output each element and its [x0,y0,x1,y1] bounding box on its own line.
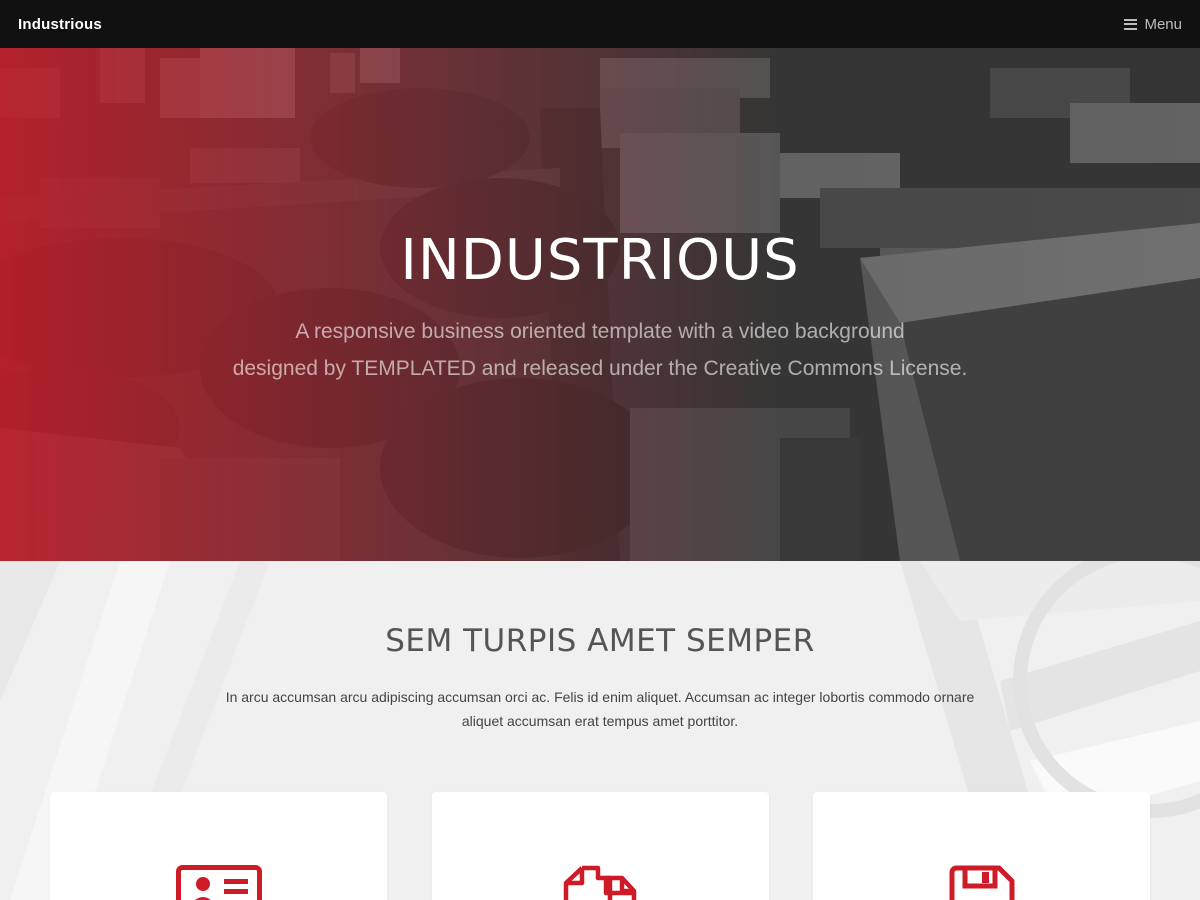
hero-description-line-1: A responsive business oriented template … [295,320,905,343]
hero-content: INDUSTRIOUS A responsive business orient… [0,228,1200,387]
hamburger-icon [1124,18,1138,30]
section-description-line-1: In arcu accumsan arcu adipiscing accumsa… [225,689,975,705]
section-description: In arcu accumsan arcu adipiscing accumsa… [185,685,1015,733]
feature-card[interactable] [50,792,387,900]
feature-card[interactable] [813,792,1150,900]
section-title: SEM TURPIS AMET SEMPER [385,623,815,659]
feature-card[interactable] [431,792,769,900]
copy-files-icon [563,865,637,900]
site-header: Industrious Menu [0,0,1200,48]
id-card-icon [175,865,262,900]
features-section: SEM TURPIS AMET SEMPER In arcu accumsan … [0,561,1200,900]
save-icon [949,865,1014,900]
hero-title: INDUSTRIOUS [400,228,800,293]
hero-banner: INDUSTRIOUS A responsive business orient… [0,48,1200,561]
hero-description-line-2: designed by TEMPLATED and released under… [232,357,968,380]
menu-label: Menu [1144,15,1182,33]
feature-cards [50,792,1150,900]
menu-button[interactable]: Menu [1124,16,1182,33]
hero-description: A responsive business oriented template … [190,313,1010,387]
section-description-line-2: aliquet accumsan erat tempus amet portti… [461,713,739,729]
site-logo[interactable]: Industrious [18,16,102,33]
